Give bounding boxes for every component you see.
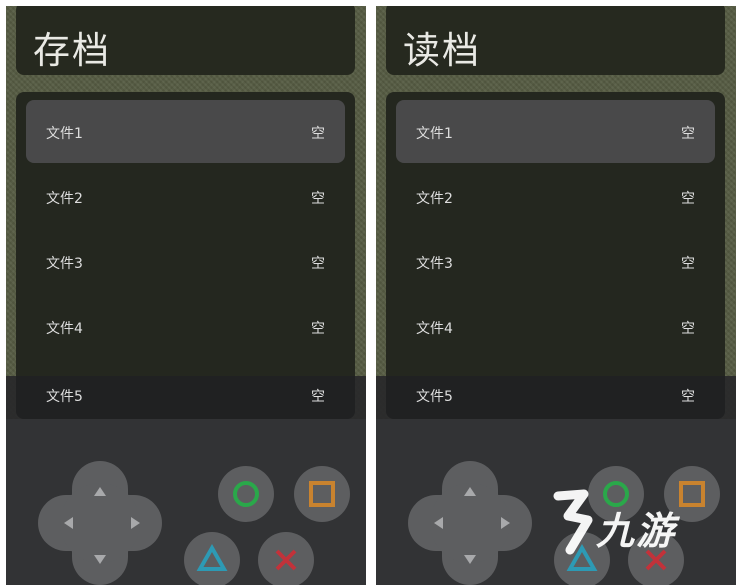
load-slot-2[interactable]: 文件2 空 bbox=[396, 165, 715, 228]
slot-status: 空 bbox=[311, 321, 325, 337]
triangle-icon bbox=[196, 543, 228, 571]
screen-title: 存档 bbox=[33, 29, 111, 72]
slot-status: 空 bbox=[681, 256, 695, 272]
dpad[interactable] bbox=[408, 461, 532, 585]
save-slot-2[interactable]: 文件2 空 bbox=[26, 165, 345, 228]
slot-status: 空 bbox=[311, 256, 325, 272]
load-slot-1[interactable]: 文件1 空 bbox=[396, 100, 715, 163]
left-arrow-icon[interactable] bbox=[434, 517, 443, 529]
slot-status: 空 bbox=[681, 321, 695, 337]
screen-title: 读档 bbox=[403, 29, 481, 72]
circle-button[interactable] bbox=[218, 466, 274, 522]
up-arrow-icon[interactable] bbox=[464, 487, 476, 496]
slot-name: 文件5 bbox=[416, 389, 453, 405]
load-slot-3[interactable]: 文件3 空 bbox=[396, 230, 715, 293]
load-slot-5[interactable]: 文件5 空 bbox=[396, 363, 715, 426]
save-slot-4[interactable]: 文件4 空 bbox=[26, 295, 345, 358]
left-arrow-icon[interactable] bbox=[64, 517, 73, 529]
square-icon bbox=[309, 481, 335, 507]
slot-status: 空 bbox=[311, 389, 325, 405]
down-arrow-icon[interactable] bbox=[94, 555, 106, 564]
save-slot-3[interactable]: 文件3 空 bbox=[26, 230, 345, 293]
slot-name: 文件2 bbox=[46, 191, 83, 207]
down-arrow-icon[interactable] bbox=[464, 555, 476, 564]
slot-name: 文件1 bbox=[416, 126, 453, 142]
slot-status: 空 bbox=[681, 389, 695, 405]
save-slot-1[interactable]: 文件1 空 bbox=[26, 100, 345, 163]
slot-name: 文件3 bbox=[416, 256, 453, 272]
slot-status: 空 bbox=[681, 126, 695, 142]
cross-button[interactable] bbox=[258, 532, 314, 585]
title-bar: 存档 bbox=[16, 6, 355, 75]
cross-icon bbox=[275, 549, 297, 571]
right-arrow-icon[interactable] bbox=[131, 517, 140, 529]
dpad[interactable] bbox=[38, 461, 162, 585]
circle-icon bbox=[233, 481, 259, 507]
slot-name: 文件4 bbox=[416, 321, 453, 337]
slot-status: 空 bbox=[311, 191, 325, 207]
square-button[interactable] bbox=[294, 466, 350, 522]
watermark: 九游 bbox=[544, 486, 704, 556]
slot-name: 文件5 bbox=[46, 389, 83, 405]
save-slot-5[interactable]: 文件5 空 bbox=[26, 363, 345, 426]
watermark-text: 九游 bbox=[596, 509, 677, 553]
9game-logo-icon bbox=[553, 489, 593, 555]
save-screen: 存档 文件1 空 文件2 空 文件3 空 文件4 空 文件5 空 bbox=[6, 6, 366, 585]
right-arrow-icon[interactable] bbox=[501, 517, 510, 529]
triangle-button[interactable] bbox=[184, 532, 240, 585]
up-arrow-icon[interactable] bbox=[94, 487, 106, 496]
slot-status: 空 bbox=[681, 191, 695, 207]
slot-name: 文件4 bbox=[46, 321, 83, 337]
title-bar: 读档 bbox=[386, 6, 725, 75]
slot-status: 空 bbox=[311, 126, 325, 142]
slot-name: 文件2 bbox=[416, 191, 453, 207]
slot-name: 文件1 bbox=[46, 126, 83, 142]
load-slot-4[interactable]: 文件4 空 bbox=[396, 295, 715, 358]
slot-name: 文件3 bbox=[46, 256, 83, 272]
